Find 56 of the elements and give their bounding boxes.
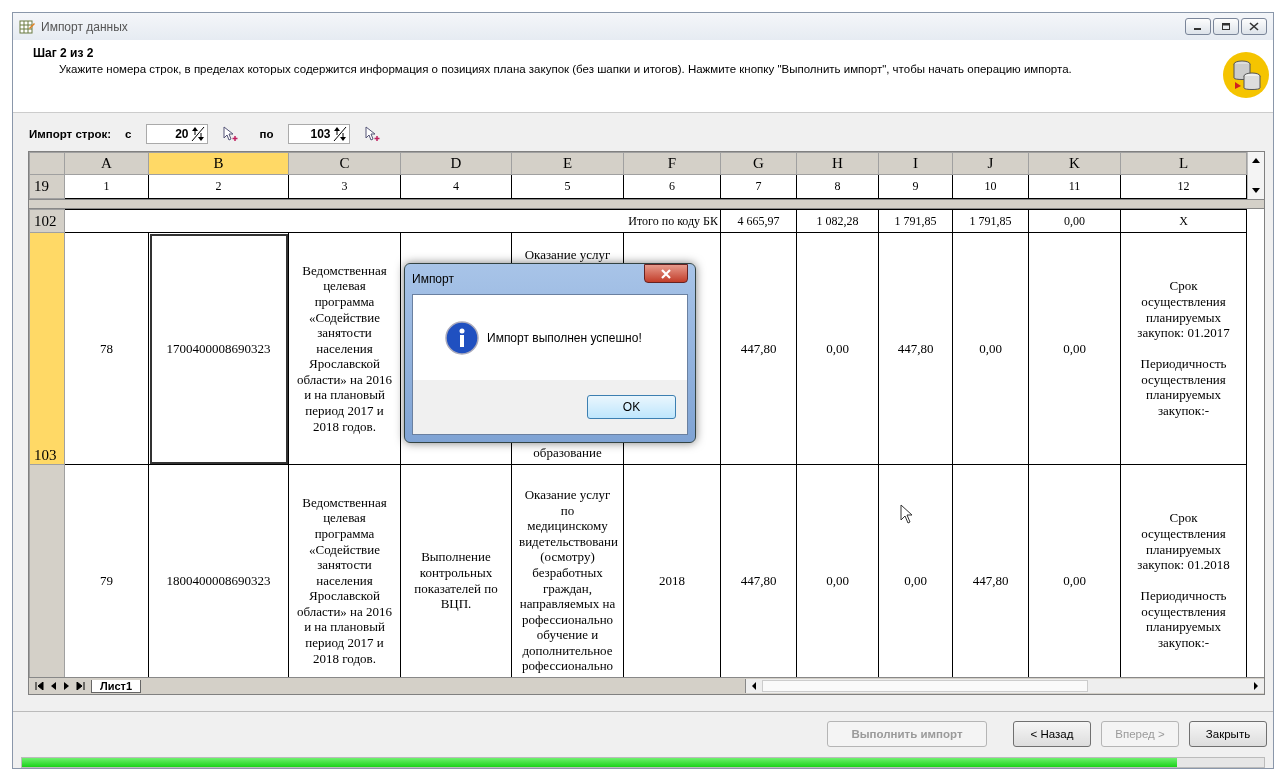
wizard-button[interactable]: Закрыть (1189, 721, 1267, 747)
from-label: с (125, 128, 132, 140)
table-cell: 447,80 (720, 232, 797, 465)
table-cell: 12 (1120, 174, 1247, 199)
table-cell: 7 (720, 174, 797, 199)
table-cell: 1 791,85 (952, 209, 1029, 233)
row-header[interactable]: 19 (29, 174, 65, 199)
range-label: Импорт строк: (29, 128, 112, 140)
window-title: Импорт данных (41, 19, 129, 34)
column-header[interactable]: B (148, 152, 289, 175)
table-cell: 1700400008690323 (148, 232, 289, 465)
table-cell: 0,00 (1028, 209, 1121, 233)
table-cell: 1 (64, 174, 149, 199)
column-header[interactable]: H (796, 152, 879, 175)
table-cell: 0,00 (952, 232, 1029, 465)
to-label: по (259, 128, 274, 140)
to-spinner[interactable]: 103 (287, 124, 350, 144)
table-cell: Итого по коду БК (64, 209, 721, 233)
step-title: Шаг 2 из 2 (33, 46, 95, 60)
table-cell: 0,00 (1028, 232, 1121, 465)
column-header[interactable]: G (720, 152, 797, 175)
table-cell: 2 (148, 174, 289, 199)
ok-button[interactable]: OK (587, 395, 676, 419)
table-cell: 11 (1028, 174, 1121, 199)
column-header[interactable]: L (1120, 152, 1247, 175)
table-cell: 10 (952, 174, 1029, 199)
table-cell: 9 (878, 174, 953, 199)
column-header[interactable]: C (288, 152, 401, 175)
dialog-title: Импорт (412, 272, 454, 286)
column-header[interactable]: D (400, 152, 512, 175)
table-cell: Ведомственная целевая программа «Содействие занятости населения Ярославской области» на 2016 и на плановый период 2017 и 2018 годов. (288, 232, 401, 465)
table-cell: 4 (400, 174, 512, 199)
from-spinner[interactable]: 20 (145, 124, 208, 144)
table-cell: 1 791,85 (878, 209, 953, 233)
table-cell: 5 (511, 174, 624, 199)
sheet-tab[interactable]: Лист1 (91, 679, 142, 693)
table-cell: Срок осуществления планируемых закупок: 01.2017 Периодичность осуществления планируемых закупок:- (1120, 232, 1247, 465)
table-cell: 0,00 (796, 232, 879, 465)
table-cell: 8 (796, 174, 879, 199)
table-cell: 1 082,28 (796, 209, 879, 233)
step-description: Укажите номера строк, в пределах которых содержится информация о позициях плана закупок (без шапки и итогов). Нажмите кнопку "Выполнить импорт", чтобы начать операцию импорта. (58, 63, 1073, 75)
table-cell: 4 665,97 (720, 209, 797, 233)
table-cell: 6 (623, 174, 721, 199)
column-header[interactable]: A (64, 152, 149, 175)
table-cell: 3 (288, 174, 401, 199)
row-header[interactable]: 103 (29, 232, 65, 465)
column-header[interactable]: F (623, 152, 721, 175)
row-header[interactable]: 102 (29, 209, 65, 233)
table-cell: 447,80 (878, 232, 953, 465)
column-header[interactable]: K (1028, 152, 1121, 175)
table-cell: X (1120, 209, 1247, 233)
table-cell: 78 (64, 232, 149, 465)
column-header[interactable]: J (952, 152, 1029, 175)
wizard-button[interactable]: < Назад (1013, 721, 1091, 747)
column-header[interactable]: E (511, 152, 624, 175)
column-header[interactable]: I (878, 152, 953, 175)
